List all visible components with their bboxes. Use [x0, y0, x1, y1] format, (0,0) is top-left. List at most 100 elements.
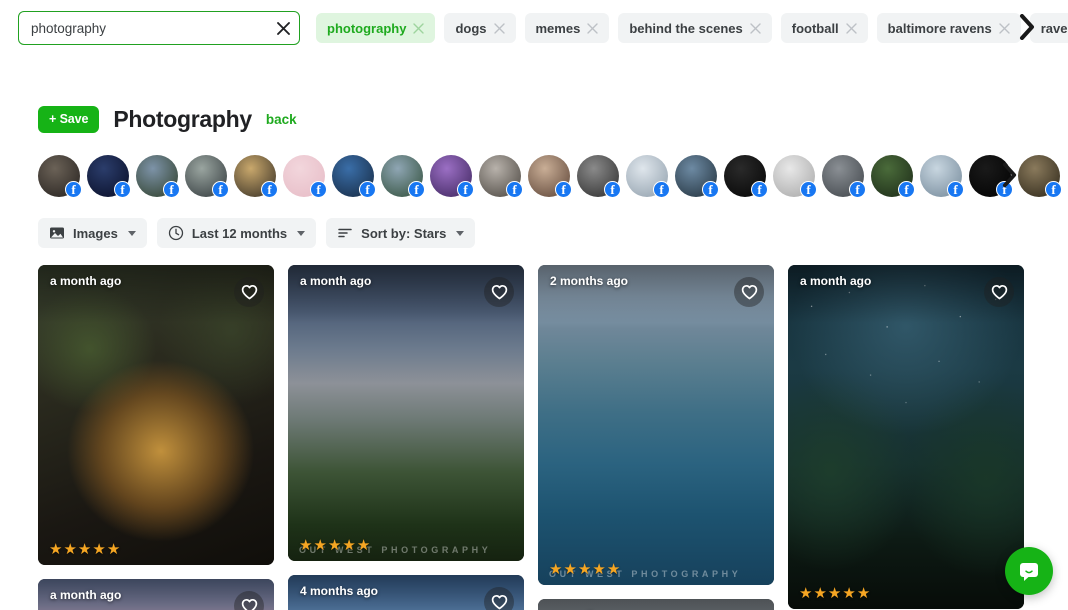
star-icon: ★ [92, 541, 106, 558]
avatar[interactable]: f [577, 155, 621, 198]
avatar[interactable]: f [479, 155, 523, 198]
avatars-scroll-right-icon[interactable] [998, 158, 1022, 192]
image-card[interactable]: a month ago [38, 579, 274, 610]
filter-bar: Images Last 12 months Sort by: Stars [0, 217, 1068, 249]
star-icon: ★ [563, 561, 577, 578]
tag-chip-list[interactable]: photography dogs memes behind the scenes foo… [316, 11, 1068, 45]
avatar[interactable]: f [87, 155, 131, 198]
avatar[interactable]: f [1018, 155, 1062, 198]
grid-column: 2 months agoOUT WEST PHOTOGRAPHY★★★★★ a m… [538, 265, 774, 610]
avatar[interactable]: f [381, 155, 425, 198]
back-link[interactable]: back [266, 112, 297, 127]
creator-avatar-list[interactable]: fffffffffffffffffffff [0, 152, 1068, 200]
tag-remove-icon[interactable] [493, 22, 505, 34]
facebook-badge-icon: f [653, 181, 670, 198]
avatar[interactable]: f [185, 155, 229, 198]
star-icon: ★ [77, 541, 92, 558]
image-card[interactable]: 2 months ago OUT WEST PHOTOGRAPHY ★ ★ ★ ★ ★ [538, 265, 774, 585]
facebook-badge-icon: f [359, 181, 376, 198]
tag-remove-icon[interactable] [750, 22, 761, 34]
star-rating: ★ ★ ★ ★ ★ [49, 542, 120, 557]
grid-column: a month ago ★ ★ ★ ★ ★ [788, 265, 1024, 609]
facebook-badge-icon: f [212, 181, 229, 198]
avatar[interactable]: f [283, 155, 327, 198]
tag-chip-label: behind the scenes [629, 20, 743, 36]
grid-column: a month ago OUT WEST PHOTOGRAPHY ★ ★ ★ ★ ★ 4 mo… [288, 265, 524, 610]
grid-column: a month ago ★ ★ ★ ★ ★ a month ago [38, 265, 274, 610]
facebook-badge-icon: f [555, 181, 572, 198]
tag-chip-photography[interactable]: photography [316, 13, 436, 43]
avatar[interactable]: f [773, 155, 817, 198]
image-card[interactable]: a month ago ★ ★ ★ ★ ★ [788, 265, 1024, 609]
favorite-heart-icon[interactable] [734, 277, 764, 307]
star-icon: ★ [49, 541, 63, 558]
image-card[interactable]: a month ago [538, 599, 774, 610]
tag-chip-label: dogs [455, 20, 487, 36]
avatar[interactable]: f [430, 155, 474, 198]
tag-chip-label: ravens [1040, 20, 1068, 36]
tag-remove-icon[interactable] [587, 22, 599, 34]
chat-launcher-button[interactable] [1005, 547, 1053, 595]
avatar[interactable]: f [332, 155, 376, 198]
image-card[interactable]: 4 months ago [288, 575, 524, 610]
avatar[interactable]: f [528, 155, 572, 198]
avatar[interactable]: f [675, 155, 719, 198]
tag-remove-icon[interactable] [999, 22, 1010, 34]
sort-icon [337, 225, 353, 241]
avatar[interactable]: f [38, 155, 82, 198]
favorite-heart-icon[interactable] [484, 277, 514, 307]
tag-chip-dogs[interactable]: dogs [444, 13, 516, 43]
avatar[interactable]: f [234, 155, 278, 198]
card-timestamp: 2 months ago [550, 274, 629, 288]
image-card[interactable]: a month ago ★ ★ ★ ★ ★ [38, 265, 274, 565]
tags-scroll-right-icon[interactable] [1014, 12, 1040, 42]
tag-remove-icon[interactable] [413, 22, 425, 34]
facebook-badge-icon: f [800, 181, 817, 198]
tag-chip-label: photography [327, 20, 407, 36]
favorite-heart-icon[interactable] [484, 587, 514, 610]
facebook-badge-icon: f [898, 181, 915, 198]
favorite-heart-icon[interactable] [984, 277, 1014, 307]
search-field-wrapper [18, 11, 300, 45]
facebook-badge-icon: f [604, 181, 621, 198]
avatar[interactable]: f [920, 155, 964, 198]
favorite-heart-icon[interactable] [234, 277, 264, 307]
avatar[interactable]: f [626, 155, 670, 198]
star-icon: ★ [813, 585, 827, 602]
clear-search-icon[interactable] [272, 17, 294, 39]
filter-images[interactable]: Images [38, 218, 147, 248]
filter-last-12-months[interactable]: Last 12 months [156, 218, 317, 248]
image-card[interactable]: a month ago OUT WEST PHOTOGRAPHY ★ ★ ★ ★ ★ [288, 265, 524, 561]
star-icon: ★ [63, 541, 77, 558]
facebook-badge-icon: f [751, 181, 768, 198]
avatar[interactable]: f [822, 155, 866, 198]
avatar[interactable]: f [136, 155, 180, 198]
search-input[interactable] [18, 11, 300, 45]
star-icon: ★ [577, 561, 592, 578]
page-header: + Save Photography back [0, 102, 1068, 136]
star-icon: ★ [106, 541, 121, 558]
star-icon: ★ [856, 585, 871, 602]
facebook-badge-icon: f [849, 181, 866, 198]
tag-chip-behind-the-scenes[interactable]: behind the scenes [618, 13, 772, 43]
save-button[interactable]: + Save [38, 105, 100, 133]
facebook-badge-icon: f [947, 181, 964, 198]
tag-chip-label: baltimore ravens [887, 20, 992, 36]
tag-chip-label: football [791, 20, 839, 36]
card-timestamp: 4 months ago [300, 584, 379, 598]
filter-label: Sort by: Stars [361, 225, 447, 241]
star-icon: ★ [327, 537, 342, 554]
chat-bubble-icon [1020, 563, 1038, 581]
tag-chip-football[interactable]: football [780, 13, 868, 43]
tag-chip-memes[interactable]: memes [524, 13, 610, 43]
tag-chip-label: memes [535, 20, 581, 36]
avatar[interactable]: f [871, 155, 915, 198]
star-rating: ★ ★ ★ ★ ★ [549, 562, 620, 577]
avatar[interactable]: f [724, 155, 768, 198]
filter-sort-by-stars[interactable]: Sort by: Stars [326, 218, 476, 248]
facebook-badge-icon: f [163, 181, 180, 198]
tag-chip-baltimore-ravens[interactable]: baltimore ravens [876, 13, 1021, 43]
tag-remove-icon[interactable] [845, 22, 857, 34]
star-icon: ★ [299, 537, 313, 554]
card-timestamp: a month ago [300, 274, 372, 288]
